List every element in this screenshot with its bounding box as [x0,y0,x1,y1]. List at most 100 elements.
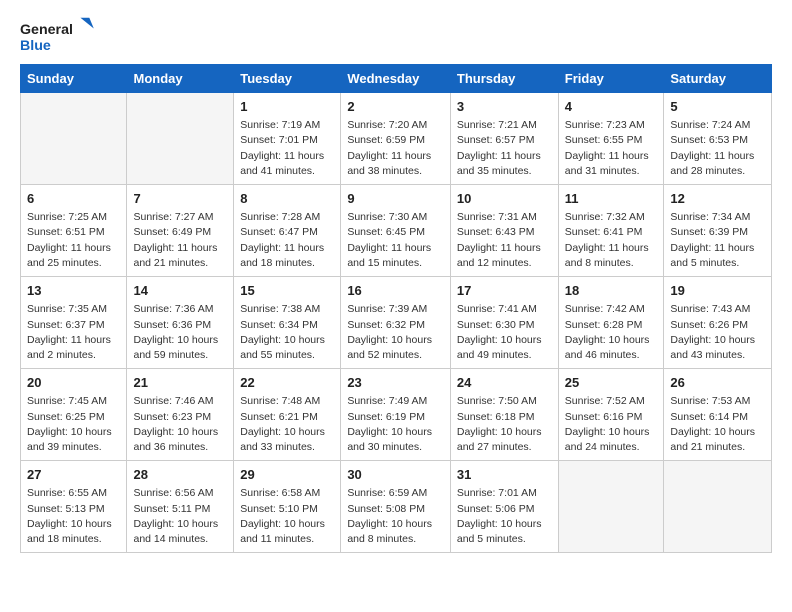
day-cell: 17Sunrise: 7:41 AMSunset: 6:30 PMDayligh… [450,277,558,369]
day-number: 3 [457,98,553,116]
day-info: Sunrise: 7:42 AMSunset: 6:28 PMDaylight:… [565,302,659,363]
day-cell: 14 Sunrise: 7:36 AMSunset: 6:36 PMDayligh… [127,277,234,369]
col-header-sunday: Sunday [21,65,127,93]
day-cell: 15Sunrise: 7:38 AMSunset: 6:34 PMDayligh… [234,277,341,369]
day-cell [558,461,664,553]
day-cell: 25 Sunrise: 7:52 AMSunset: 6:16 PMDayligh… [558,369,664,461]
day-info: Sunrise: 7:35 AMSunset: 6:37 PMDaylight:… [27,302,121,363]
day-number: 22 [240,374,335,392]
week-row-3: 13 Sunrise: 7:35 AMSunset: 6:37 PMDayligh… [21,277,772,369]
day-number: 28 [133,466,228,484]
col-header-wednesday: Wednesday [341,65,451,93]
day-info: Sunrise: 7:38 AMSunset: 6:34 PMDaylight:… [240,302,335,363]
calendar-header-row: SundayMondayTuesdayWednesdayThursdayFrid… [21,65,772,93]
day-number: 31 [457,466,553,484]
week-row-5: 27Sunrise: 6:55 AMSunset: 5:13 PMDayligh… [21,461,772,553]
day-cell: 23 Sunrise: 7:49 AMSunset: 6:19 PMDayligh… [341,369,451,461]
day-number: 4 [565,98,659,116]
day-info: Sunrise: 7:46 AMSunset: 6:23 PMDaylight:… [133,394,228,455]
day-cell: 21 Sunrise: 7:46 AMSunset: 6:23 PMDayligh… [127,369,234,461]
day-info: Sunrise: 7:39 AMSunset: 6:32 PMDaylight:… [347,302,445,363]
day-number: 6 [27,190,121,208]
day-number: 20 [27,374,121,392]
day-number: 2 [347,98,445,116]
day-number: 12 [670,190,766,208]
day-number: 16 [347,282,445,300]
week-row-1: 1Sunrise: 7:19 AMSunset: 7:01 PMDaylight… [21,93,772,185]
day-info: Sunrise: 7:49 AMSunset: 6:19 PMDaylight:… [347,394,445,455]
day-number: 13 [27,282,121,300]
day-info: Sunrise: 7:30 AMSunset: 6:45 PMDaylight:… [347,210,445,271]
day-info: Sunrise: 7:32 AMSunset: 6:41 PMDaylight:… [565,210,659,271]
day-cell: 18 Sunrise: 7:42 AMSunset: 6:28 PMDayligh… [558,277,664,369]
day-info: Sunrise: 7:01 AMSunset: 5:06 PMDaylight:… [457,486,553,547]
week-row-4: 20Sunrise: 7:45 AMSunset: 6:25 PMDayligh… [21,369,772,461]
col-header-monday: Monday [127,65,234,93]
col-header-saturday: Saturday [664,65,772,93]
day-info: Sunrise: 7:34 AMSunset: 6:39 PMDaylight:… [670,210,766,271]
day-info: Sunrise: 7:36 AMSunset: 6:36 PMDaylight:… [133,302,228,363]
day-info: Sunrise: 7:53 AMSunset: 6:14 PMDaylight:… [670,394,766,455]
col-header-thursday: Thursday [450,65,558,93]
day-cell: 28Sunrise: 6:56 AMSunset: 5:11 PMDayligh… [127,461,234,553]
day-number: 26 [670,374,766,392]
day-number: 9 [347,190,445,208]
svg-text:Blue: Blue [20,38,51,54]
day-info: Sunrise: 7:50 AMSunset: 6:18 PMDaylight:… [457,394,553,455]
day-cell: 30 Sunrise: 6:59 AMSunset: 5:08 PMDayligh… [341,461,451,553]
day-cell: 4Sunrise: 7:23 AMSunset: 6:55 PMDaylight… [558,93,664,185]
day-cell: 31 Sunrise: 7:01 AMSunset: 5:06 PMDayligh… [450,461,558,553]
day-cell [21,93,127,185]
day-number: 30 [347,466,445,484]
day-info: Sunrise: 7:27 AMSunset: 6:49 PMDaylight:… [133,210,228,271]
day-number: 23 [347,374,445,392]
day-number: 18 [565,282,659,300]
day-cell: 11 Sunrise: 7:32 AMSunset: 6:41 PMDayligh… [558,185,664,277]
day-number: 7 [133,190,228,208]
calendar-table: SundayMondayTuesdayWednesdayThursdayFrid… [20,64,772,553]
page: General Blue SundayMondayTuesdayWednesda… [0,0,792,569]
day-cell: 8 Sunrise: 7:28 AMSunset: 6:47 PMDaylight… [234,185,341,277]
svg-text:General: General [20,22,73,38]
day-info: Sunrise: 7:48 AMSunset: 6:21 PMDaylight:… [240,394,335,455]
day-info: Sunrise: 7:28 AMSunset: 6:47 PMDaylight:… [240,210,335,271]
day-info: Sunrise: 7:52 AMSunset: 6:16 PMDaylight:… [565,394,659,455]
day-cell [664,461,772,553]
day-number: 5 [670,98,766,116]
week-row-2: 6 Sunrise: 7:25 AMSunset: 6:51 PMDaylight… [21,185,772,277]
day-info: Sunrise: 7:20 AMSunset: 6:59 PMDaylight:… [347,118,445,179]
day-cell: 2 Sunrise: 7:20 AMSunset: 6:59 PMDaylight… [341,93,451,185]
day-cell: 20Sunrise: 7:45 AMSunset: 6:25 PMDayligh… [21,369,127,461]
day-info: Sunrise: 7:21 AMSunset: 6:57 PMDaylight:… [457,118,553,179]
day-cell [127,93,234,185]
day-number: 29 [240,466,335,484]
day-cell: 16 Sunrise: 7:39 AMSunset: 6:32 PMDayligh… [341,277,451,369]
day-info: Sunrise: 7:24 AMSunset: 6:53 PMDaylight:… [670,118,766,179]
day-info: Sunrise: 6:58 AMSunset: 5:10 PMDaylight:… [240,486,335,547]
day-cell: 26 Sunrise: 7:53 AMSunset: 6:14 PMDayligh… [664,369,772,461]
header: General Blue [20,16,772,56]
day-cell: 5 Sunrise: 7:24 AMSunset: 6:53 PMDaylight… [664,93,772,185]
day-cell: 22 Sunrise: 7:48 AMSunset: 6:21 PMDayligh… [234,369,341,461]
day-info: Sunrise: 7:43 AMSunset: 6:26 PMDaylight:… [670,302,766,363]
day-number: 11 [565,190,659,208]
day-info: Sunrise: 7:25 AMSunset: 6:51 PMDaylight:… [27,210,121,271]
day-cell: 6 Sunrise: 7:25 AMSunset: 6:51 PMDaylight… [21,185,127,277]
day-cell: 24 Sunrise: 7:50 AMSunset: 6:18 PMDayligh… [450,369,558,461]
day-cell: 7 Sunrise: 7:27 AMSunset: 6:49 PMDaylight… [127,185,234,277]
day-cell: 10Sunrise: 7:31 AMSunset: 6:43 PMDayligh… [450,185,558,277]
day-info: Sunrise: 7:41 AMSunset: 6:30 PMDaylight:… [457,302,553,363]
day-number: 8 [240,190,335,208]
day-cell: 27Sunrise: 6:55 AMSunset: 5:13 PMDayligh… [21,461,127,553]
day-number: 14 [133,282,228,300]
day-number: 24 [457,374,553,392]
day-number: 21 [133,374,228,392]
day-number: 19 [670,282,766,300]
day-info: Sunrise: 6:59 AMSunset: 5:08 PMDaylight:… [347,486,445,547]
day-number: 10 [457,190,553,208]
day-number: 1 [240,98,335,116]
day-cell: 29 Sunrise: 6:58 AMSunset: 5:10 PMDayligh… [234,461,341,553]
day-number: 25 [565,374,659,392]
col-header-tuesday: Tuesday [234,65,341,93]
day-number: 27 [27,466,121,484]
